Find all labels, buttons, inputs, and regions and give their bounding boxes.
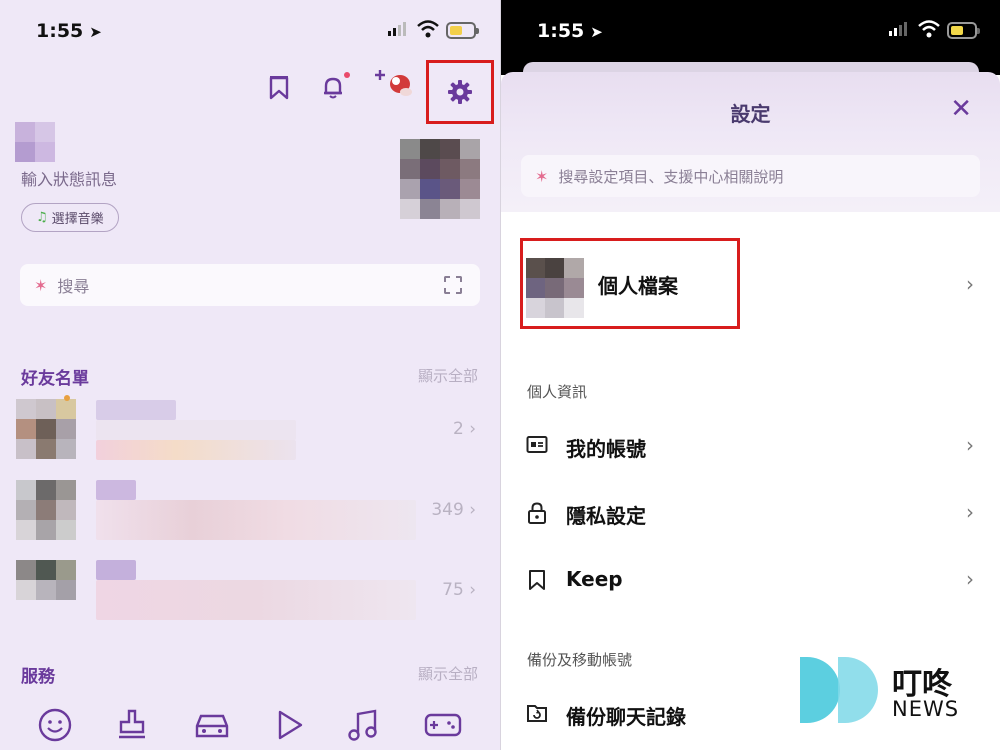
friend-count: 75 › (442, 580, 476, 600)
id-card-icon (526, 436, 548, 453)
services-title: 服務 (21, 667, 55, 687)
menu-label: Keep (566, 567, 623, 591)
lock-icon (528, 502, 546, 524)
new-dot (64, 395, 70, 401)
friend-name-blurred (96, 400, 176, 420)
emoji-icon[interactable] (38, 708, 72, 742)
game-icon[interactable] (424, 711, 462, 739)
bottom-service-bar (0, 700, 500, 750)
notification-dot (344, 72, 350, 78)
friend-count: 2 › (452, 419, 476, 439)
friend-row[interactable]: 75 › (16, 560, 480, 622)
friend-name-blurred (96, 480, 136, 500)
profile-name-blurred (15, 122, 55, 162)
signal-icon (889, 22, 907, 36)
chevron-right-icon: › (966, 500, 974, 524)
friends-show-all-link[interactable]: 顯示全部 (418, 365, 478, 386)
page-title: 設定 (730, 102, 771, 126)
signal-icon (388, 22, 406, 36)
status-message[interactable]: 輸入狀態訊息 (21, 166, 117, 190)
status-time: 1:55 ➤ (537, 20, 603, 42)
menu-label: 隱私設定 (566, 504, 646, 528)
backup-folder-icon (527, 705, 547, 722)
chevron-right-icon: › (966, 567, 974, 591)
car-icon[interactable] (193, 710, 231, 740)
dingdong-news-logo: 叮咚 NEWS (800, 657, 980, 727)
friend-status-blurred (96, 500, 416, 540)
profile-label: 個人檔案 (598, 274, 678, 298)
menu-item-keep[interactable]: Keep › (501, 551, 1000, 611)
wifi-icon (417, 20, 439, 38)
friend-status-blurred (96, 440, 296, 460)
play-icon[interactable] (275, 709, 305, 741)
select-music-label: 選擇音樂 (51, 212, 104, 227)
menu-label: 我的帳號 (566, 437, 646, 461)
gear-icon[interactable] (447, 79, 473, 105)
search-placeholder: 搜尋 (57, 277, 90, 296)
keep-bookmark-icon[interactable] (269, 76, 289, 100)
location-icon: ➤ (89, 23, 102, 41)
search-input[interactable]: ✶ 搜尋 (20, 264, 480, 306)
friend-row[interactable]: 349 › (16, 480, 480, 542)
qr-scan-icon[interactable] (444, 276, 462, 294)
menu-item-my-account[interactable]: 我的帳號 › (501, 417, 1000, 477)
friend-status-blurred (96, 580, 416, 620)
services-show-all-link[interactable]: 顯示全部 (418, 663, 478, 684)
logo-mark (838, 657, 878, 723)
sparkle-icon: ✶ (535, 166, 549, 186)
menu-label: 備份聊天記錄 (566, 705, 686, 729)
status-time: 1:55 ➤ (36, 20, 102, 42)
add-friend-icon[interactable] (375, 70, 418, 100)
logo-mark (800, 657, 840, 723)
line-home-screen: 1:55 ➤ 輸入狀態訊息 ♫ 選擇音樂 ✶ 搜尋 好友名單 顯示全部 2 › … (0, 0, 500, 750)
location-icon: ➤ (590, 23, 603, 41)
logo-subtitle: NEWS (892, 697, 960, 721)
profile-row[interactable]: 個人檔案 › (501, 238, 1000, 330)
battery-icon (446, 22, 479, 39)
friend-name-blurred (96, 560, 136, 580)
profile-avatar-blurred[interactable] (400, 139, 480, 219)
notification-bell-icon[interactable] (320, 72, 350, 100)
friends-title: 好友名單 (21, 369, 89, 389)
battery-icon (947, 22, 980, 39)
group-label-backup: 備份及移動帳號 (527, 651, 633, 669)
friend-count: 349 › (431, 500, 476, 520)
status-bar: 1:55 ➤ (501, 0, 1000, 75)
music-note-icon: ♫ (36, 210, 48, 225)
friend-avatar-blurred (16, 399, 76, 459)
close-icon[interactable]: ✕ (950, 94, 972, 124)
friend-row[interactable]: 2 › (16, 395, 480, 461)
wifi-icon (918, 20, 940, 38)
settings-search-input[interactable]: ✶ 搜尋設定項目、支援中心相關說明 (521, 155, 980, 197)
settings-highlight-box (426, 60, 494, 124)
bookmark-icon (529, 570, 545, 590)
status-bar: 1:55 ➤ (0, 0, 500, 62)
friend-avatar-blurred (16, 560, 76, 600)
top-icons (269, 70, 418, 100)
sparkle-icon: ✶ (34, 275, 48, 295)
search-placeholder: 搜尋設定項目、支援中心相關說明 (558, 167, 784, 186)
stamp-icon[interactable] (115, 708, 149, 742)
music-icon[interactable] (348, 708, 380, 742)
friend-text-blurred (96, 420, 296, 440)
friend-avatar-blurred (16, 480, 76, 540)
chevron-right-icon: › (966, 272, 974, 296)
group-label-personal: 個人資訊 (527, 383, 588, 401)
menu-item-privacy[interactable]: 隱私設定 › (501, 484, 1000, 544)
select-music-button[interactable]: ♫ 選擇音樂 (21, 203, 119, 232)
chevron-right-icon: › (966, 433, 974, 457)
settings-screen: 1:55 ➤ 設定 ✕ ✶ 搜尋設定項目、支援中心相關說明 個人檔案 › 個人資訊… (501, 0, 1000, 750)
